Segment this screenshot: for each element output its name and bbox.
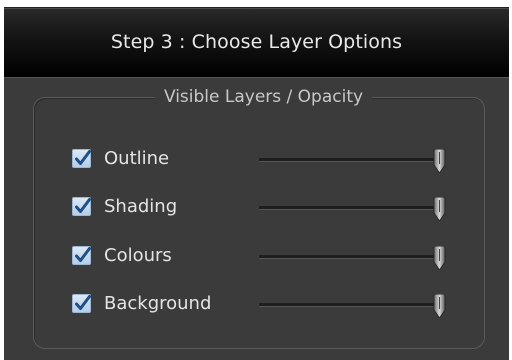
opacity-slider-outline[interactable] xyxy=(259,149,446,173)
opacity-slider-background[interactable] xyxy=(259,294,446,318)
layer-label-outline: Outline xyxy=(104,148,170,169)
slider-thumb[interactable] xyxy=(433,197,446,221)
slider-thumb[interactable] xyxy=(433,149,446,173)
panel-title: Step 3 : Choose Layer Options xyxy=(110,31,403,53)
checkmark-icon xyxy=(75,150,91,165)
checkbox-outline[interactable] xyxy=(72,149,91,168)
checkbox-shading[interactable] xyxy=(72,197,91,216)
header-highlight xyxy=(4,8,509,9)
checkbox-colours[interactable] xyxy=(72,246,91,265)
layer-row-background: Background xyxy=(72,290,492,320)
opacity-slider-colours[interactable] xyxy=(259,246,446,270)
layer-row-shading: Shading xyxy=(72,193,492,223)
slider-thumb[interactable] xyxy=(433,246,446,270)
opacity-slider-shading[interactable] xyxy=(259,197,446,221)
layer-label-colours: Colours xyxy=(104,245,172,266)
layer-row-outline: Outline xyxy=(72,145,492,175)
checkbox-background[interactable] xyxy=(72,294,91,313)
layer-label-background: Background xyxy=(104,293,212,314)
checkmark-icon xyxy=(75,247,91,262)
header-bar: Step 3 : Choose Layer Options xyxy=(4,8,509,78)
layer-row-colours: Colours xyxy=(72,242,492,272)
checkmark-icon xyxy=(75,295,91,310)
layer-label-shading: Shading xyxy=(104,196,178,217)
checkmark-icon xyxy=(75,198,91,213)
slider-thumb[interactable] xyxy=(433,294,446,318)
